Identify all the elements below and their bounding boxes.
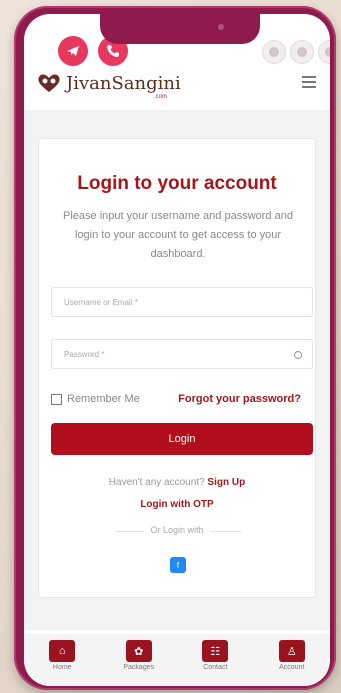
checkbox-box[interactable] bbox=[51, 393, 62, 405]
password-input[interactable]: Password * bbox=[51, 339, 313, 369]
nav-label: Packages bbox=[123, 664, 155, 671]
eye-icon[interactable] bbox=[294, 351, 302, 359]
username-input[interactable]: Username or Email * bbox=[51, 287, 313, 317]
nav-label: Account bbox=[279, 664, 305, 671]
nav-item-packages[interactable]: ✿ Packages bbox=[111, 640, 167, 686]
username-placeholder: Username or Email * bbox=[64, 298, 138, 307]
hamburger-menu-icon[interactable] bbox=[302, 76, 316, 91]
login-title: Login to your account bbox=[77, 173, 277, 194]
phone-screen: JivanSangini .com Login to your account … bbox=[24, 14, 330, 686]
signup-link[interactable]: Sign Up bbox=[207, 477, 245, 488]
login-card: Login to your account Please input your … bbox=[38, 138, 316, 598]
login-description: Please input your username and password … bbox=[63, 210, 293, 260]
circle-icon bbox=[290, 40, 314, 64]
or-label: Or Login with bbox=[144, 525, 210, 535]
remember-label: Remember Me bbox=[67, 393, 140, 405]
or-login-with: Or Login with bbox=[39, 525, 315, 535]
brand-suffix: .com bbox=[154, 94, 168, 100]
account-icon: ♙ bbox=[278, 640, 305, 662]
forgot-password-link[interactable]: Forgot your password? bbox=[178, 393, 301, 405]
nav-item-contact[interactable]: ☷ Contact bbox=[187, 640, 243, 686]
login-button[interactable]: Login bbox=[51, 423, 313, 455]
contact-icon: ☷ bbox=[202, 640, 229, 662]
brand-logo[interactable]: JivanSangini bbox=[36, 72, 181, 94]
phone-notch bbox=[100, 14, 260, 44]
login-with-otp-link[interactable]: Login with OTP bbox=[39, 499, 315, 510]
nav-item-account[interactable]: ♙ Account bbox=[264, 640, 320, 686]
bottom-nav: ⌂ Home ✿ Packages ☷ Contact ♙ Account bbox=[24, 634, 330, 686]
signup-prefix: Haven't any account? bbox=[108, 477, 205, 488]
password-placeholder: Password * bbox=[64, 350, 105, 359]
packages-icon: ✿ bbox=[125, 640, 152, 662]
signup-prompt: Haven't any account? Sign Up bbox=[39, 477, 315, 488]
nav-item-home[interactable]: ⌂ Home bbox=[34, 640, 90, 686]
nav-label: Home bbox=[52, 664, 72, 671]
remember-me-checkbox[interactable]: Remember Me bbox=[51, 393, 140, 405]
brand-name: JivanSangini bbox=[66, 72, 181, 94]
telegram-icon[interactable] bbox=[58, 36, 88, 66]
facebook-icon: f bbox=[176, 560, 180, 570]
circle-icon bbox=[262, 40, 286, 64]
nav-label: Contact bbox=[203, 664, 228, 671]
couple-logo-icon bbox=[38, 74, 60, 92]
home-icon: ⌂ bbox=[49, 640, 76, 662]
facebook-login-button[interactable]: f bbox=[170, 557, 186, 573]
